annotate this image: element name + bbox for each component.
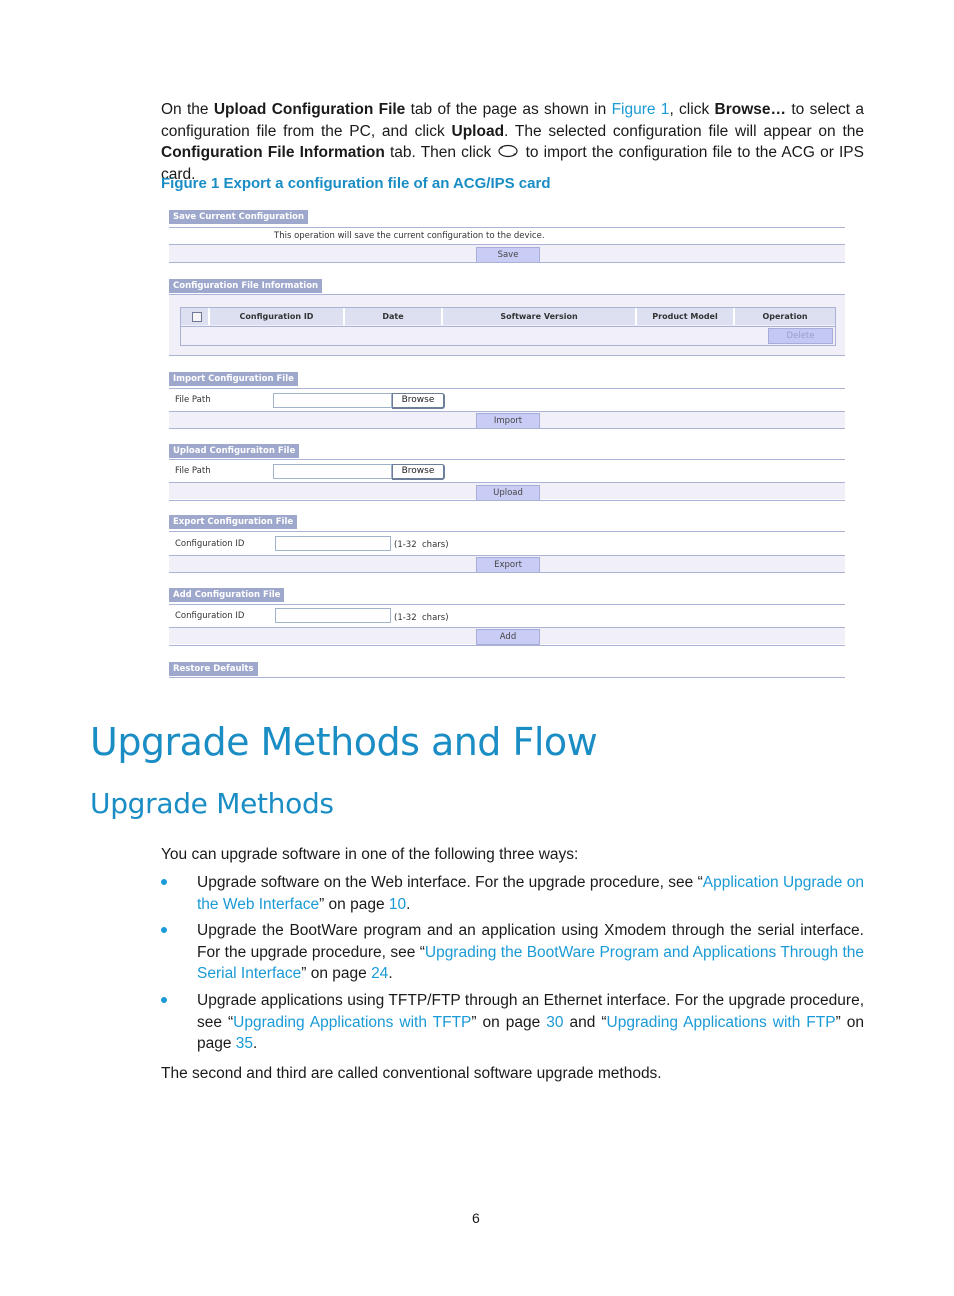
- divider: [169, 677, 845, 678]
- page-link[interactable]: 30: [546, 1014, 563, 1031]
- page-link[interactable]: 24: [371, 965, 388, 982]
- tab-add-configuration-file[interactable]: Add Configuration File: [169, 588, 285, 602]
- bullet-marker: [161, 997, 167, 1003]
- config-ui-figure: Save Current Configuration This operatio…: [0, 0, 954, 700]
- col-software-version: Software Version: [443, 308, 637, 325]
- export-config-id-hint: (1-32 chars): [394, 540, 449, 550]
- chapter-heading: Upgrade Methods and Flow: [90, 720, 598, 764]
- config-file-table: Configuration ID Date Software Version P…: [180, 307, 836, 346]
- tab-export-configuration-file[interactable]: Export Configuration File: [169, 515, 298, 529]
- add-config-id-input[interactable]: [275, 608, 391, 623]
- tab-configuration-file-information[interactable]: Configuration File Information: [169, 279, 323, 293]
- bullet-marker: [161, 927, 167, 933]
- upload-file-path-label: File Path: [175, 466, 211, 476]
- col-product-model: Product Model: [637, 308, 735, 325]
- add-config-id-label: Configuration ID: [175, 611, 245, 621]
- bullet-marker: [161, 879, 167, 885]
- list-item: Upgrade applications using TFTP/FTP thro…: [197, 992, 864, 1052]
- tab-restore-defaults[interactable]: Restore Defaults: [169, 662, 258, 676]
- list-item: Upgrade the BootWare program and an appl…: [197, 922, 865, 982]
- divider: [169, 355, 845, 356]
- closing-text: The second and third are called conventi…: [161, 1065, 662, 1082]
- export-config-id-label: Configuration ID: [175, 539, 245, 549]
- col-date: Date: [345, 308, 443, 325]
- col-operation: Operation: [735, 308, 835, 325]
- save-message: This operation will save the current con…: [274, 231, 545, 241]
- xref-link[interactable]: Upgrading Applications with TFTP: [233, 1014, 471, 1031]
- divider: [169, 572, 845, 573]
- list-item: Upgrade software on the Web interface. F…: [197, 874, 864, 913]
- divider: [169, 604, 845, 605]
- import-file-path-label: File Path: [175, 395, 211, 405]
- upload-button[interactable]: Upload: [476, 485, 540, 501]
- import-button[interactable]: Import: [476, 413, 540, 429]
- save-message-row: This operation will save the current con…: [169, 228, 845, 244]
- upload-browse-button[interactable]: Browse: [392, 464, 445, 480]
- divider: [169, 262, 845, 263]
- export-button[interactable]: Export: [476, 557, 540, 573]
- page-number: 6: [472, 1210, 480, 1226]
- divider: [169, 428, 845, 429]
- divider: [169, 645, 845, 646]
- import-file-path-input[interactable]: [273, 393, 392, 408]
- divider: [169, 531, 845, 532]
- import-browse-button[interactable]: Browse: [392, 393, 445, 409]
- tab-import-configuration-file[interactable]: Import Configuration File: [169, 372, 298, 386]
- section-heading: Upgrade Methods: [90, 787, 334, 820]
- divider: [181, 326, 835, 327]
- page-link[interactable]: 10: [389, 896, 406, 913]
- col-configuration-id: Configuration ID: [210, 308, 345, 325]
- upload-file-path-input[interactable]: [273, 464, 392, 479]
- tab-save-current-configuration[interactable]: Save Current Configuration: [169, 210, 308, 224]
- lead-text: You can upgrade software in one of the f…: [161, 846, 579, 863]
- save-button[interactable]: Save: [476, 247, 540, 263]
- page-link[interactable]: 35: [236, 1035, 253, 1052]
- divider: [169, 244, 845, 245]
- delete-button[interactable]: Delete: [768, 328, 833, 344]
- export-config-id-input[interactable]: [275, 536, 391, 551]
- select-all-checkbox[interactable]: [192, 312, 202, 322]
- divider: [169, 500, 845, 501]
- select-all-header: [181, 308, 210, 325]
- divider: [169, 459, 845, 460]
- add-button[interactable]: Add: [476, 629, 540, 645]
- add-config-id-hint: (1-32 chars): [394, 613, 449, 623]
- xref-link[interactable]: Upgrading Applications with FTP: [607, 1014, 836, 1031]
- info-panel: Configuration ID Date Software Version P…: [169, 295, 845, 355]
- tab-upload-configuration-file[interactable]: Upload Configuraiton File: [169, 444, 300, 458]
- divider: [169, 388, 845, 389]
